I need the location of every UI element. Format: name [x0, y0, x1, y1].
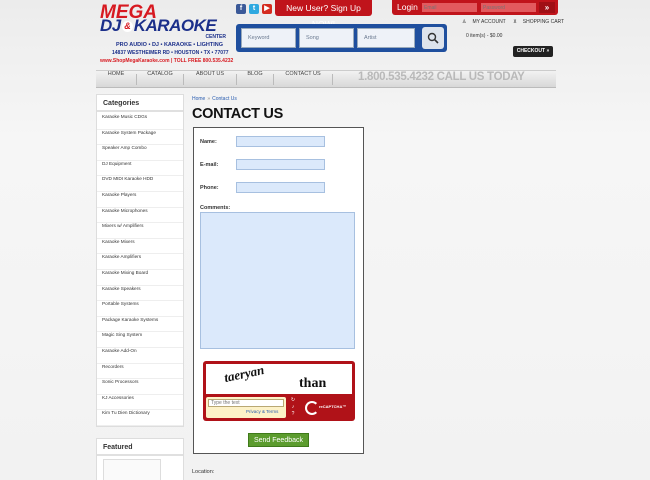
email-label: E-mail:: [200, 162, 219, 168]
recaptcha-logo: reCAPTCHA™: [303, 399, 351, 417]
name-label: Name:: [200, 139, 217, 145]
logo-amp: &: [121, 21, 133, 33]
logo-dj: DJ: [100, 16, 121, 35]
phone-label: Phone:: [200, 185, 219, 191]
category-item[interactable]: Recorders: [97, 364, 183, 380]
login-email-input[interactable]: [422, 3, 477, 12]
captcha-privacy-link[interactable]: Privacy & Terms: [246, 409, 278, 414]
category-item[interactable]: KJ Accessories: [97, 395, 183, 411]
categories-list: Karaoke Music CDGs Karaoke System Packag…: [97, 114, 183, 426]
logo-center: CENTER: [205, 34, 226, 40]
category-item[interactable]: Karaoke Microphones: [97, 208, 183, 224]
facebook-icon[interactable]: f: [236, 4, 246, 14]
categories-sidebar: Categories Karaoke Music CDGs Karaoke Sy…: [96, 94, 184, 427]
contact-form: Name: E-mail: Phone: Comments: taeryan t…: [193, 127, 364, 454]
phone-field[interactable]: [236, 182, 325, 193]
captcha-image: taeryan than: [206, 361, 352, 394]
category-item[interactable]: Speaker Amp Combo: [97, 145, 183, 161]
category-item[interactable]: Sonic Processors: [97, 379, 183, 395]
breadcrumb: Home» Contact Us: [192, 96, 237, 102]
category-item[interactable]: Magic Sing System: [97, 332, 183, 348]
nav-contact-us[interactable]: CONTACT US: [274, 71, 332, 88]
logo-address: 14837 WESTHEIMER RD • HOUSTON • TX • 770…: [112, 50, 229, 56]
shopping-cart-link[interactable]: SHOPPING CART: [523, 19, 564, 25]
breadcrumb-current[interactable]: Contact Us: [212, 96, 237, 102]
category-item[interactable]: Mixers w/ Amplifiers: [97, 223, 183, 239]
logo-dj-karaoke: DJ & KARAOKE: [100, 16, 217, 36]
captcha-word-2: than: [299, 376, 327, 391]
categories-title: Categories: [103, 100, 140, 107]
cart-icon: ⊻: [513, 19, 517, 25]
breadcrumb-separator: »: [207, 96, 211, 102]
main-nav: HOME CATALOG ABOUT US BLOG CONTACT US 1.…: [96, 70, 556, 88]
breadcrumb-home[interactable]: Home: [192, 96, 205, 102]
site-logo[interactable]: MEGA DJ & KARAOKE CENTER PRO AUDIO • DJ • …: [96, 2, 234, 66]
captcha-controls: ↻ ♪ ?: [289, 397, 297, 418]
category-item[interactable]: Portable Systems: [97, 301, 183, 317]
login-bar: Login »: [392, 0, 558, 15]
my-account-link[interactable]: MY ACCOUNT: [472, 19, 505, 25]
twitter-icon[interactable]: t: [249, 4, 259, 14]
recaptcha-widget: taeryan than Privacy & Terms ↻ ♪ ? reCAP…: [203, 361, 355, 421]
user-icon: ♙: [462, 19, 467, 25]
captcha-response-area: Privacy & Terms: [206, 397, 286, 418]
cart-summary: 0 item(s) - $0.00: [466, 33, 503, 39]
send-feedback-button[interactable]: Send Feedback: [248, 433, 309, 447]
featured-divider: [97, 454, 183, 456]
artist-input[interactable]: Artist: [357, 28, 415, 48]
song-input[interactable]: Song: [299, 28, 354, 48]
featured-box: Featured: [96, 438, 184, 480]
logo-url-phone: www.ShopMegaKaraoke.com | TOLL FREE 800.…: [100, 58, 234, 64]
category-item[interactable]: Kim Tu Dien Dictionary: [97, 410, 183, 426]
login-label: Login: [397, 2, 418, 12]
nav-about-us[interactable]: ABOUT US: [184, 71, 236, 88]
youtube-icon[interactable]: ▶: [262, 4, 272, 14]
logo-tagline: PRO AUDIO • DJ • KARAOKE • LIGHTING: [116, 42, 224, 48]
category-item[interactable]: Karaoke Mixers: [97, 239, 183, 255]
nav-phone-banner: 1.800.535.4232 CALL US TODAY: [358, 71, 525, 83]
categories-divider: [97, 110, 183, 112]
page-title: CONTACT US: [192, 106, 283, 122]
nav-home[interactable]: HOME: [96, 71, 136, 88]
help-icon[interactable]: ?: [289, 411, 297, 418]
featured-title: Featured: [103, 444, 133, 451]
category-item[interactable]: Karaoke Mixing Board: [97, 270, 183, 286]
recaptcha-ring-icon: [305, 401, 319, 415]
checkout-button[interactable]: CHECKOUT »: [513, 46, 553, 57]
recaptcha-brand-text: reCAPTCHA™: [319, 404, 347, 409]
logo-karaoke: KARAOKE: [133, 16, 217, 35]
name-field[interactable]: [236, 136, 325, 147]
nav-divider: [332, 74, 333, 85]
category-item[interactable]: Karaoke Players: [97, 192, 183, 208]
captcha-input[interactable]: [208, 399, 284, 407]
audio-icon[interactable]: ♪: [289, 404, 297, 411]
email-field[interactable]: [236, 159, 325, 170]
location-label: Location:: [192, 469, 215, 475]
featured-product-thumbnail[interactable]: [103, 459, 161, 480]
comments-label: Comments:: [200, 205, 231, 211]
account-links: ♙ MY ACCOUNT ⊻ SHOPPING CART: [462, 19, 570, 25]
page: MEGA DJ & KARAOKE CENTER PRO AUDIO • DJ • …: [0, 0, 650, 480]
login-password-input[interactable]: [481, 3, 536, 12]
category-item[interactable]: Karaoke Speakers: [97, 286, 183, 302]
category-item[interactable]: Karaoke System Package: [97, 130, 183, 146]
category-item[interactable]: Package Karaoke Systems: [97, 317, 183, 333]
category-item[interactable]: Karaoke Add-On: [97, 348, 183, 364]
refresh-icon[interactable]: ↻: [289, 397, 297, 404]
category-item[interactable]: Karaoke Amplifiers: [97, 254, 183, 270]
category-item[interactable]: DJ Equipment: [97, 161, 183, 177]
keyword-input[interactable]: Keyword: [241, 28, 296, 48]
search-icon: [427, 32, 439, 44]
login-submit-button[interactable]: »: [539, 2, 555, 13]
nav-catalog[interactable]: CATALOG: [137, 71, 183, 88]
nav-blog[interactable]: BLOG: [237, 71, 273, 88]
search-bar: Keyword Song Artist: [236, 24, 447, 52]
search-button[interactable]: [422, 27, 444, 49]
comments-textarea[interactable]: [200, 212, 355, 349]
category-item[interactable]: DVD MIDI Karaoke HDD: [97, 176, 183, 192]
category-item[interactable]: Karaoke Music CDGs: [97, 114, 183, 130]
captcha-word-1: taeryan: [222, 361, 266, 386]
signup-button[interactable]: New User? Sign Up NOW!: [275, 0, 372, 29]
